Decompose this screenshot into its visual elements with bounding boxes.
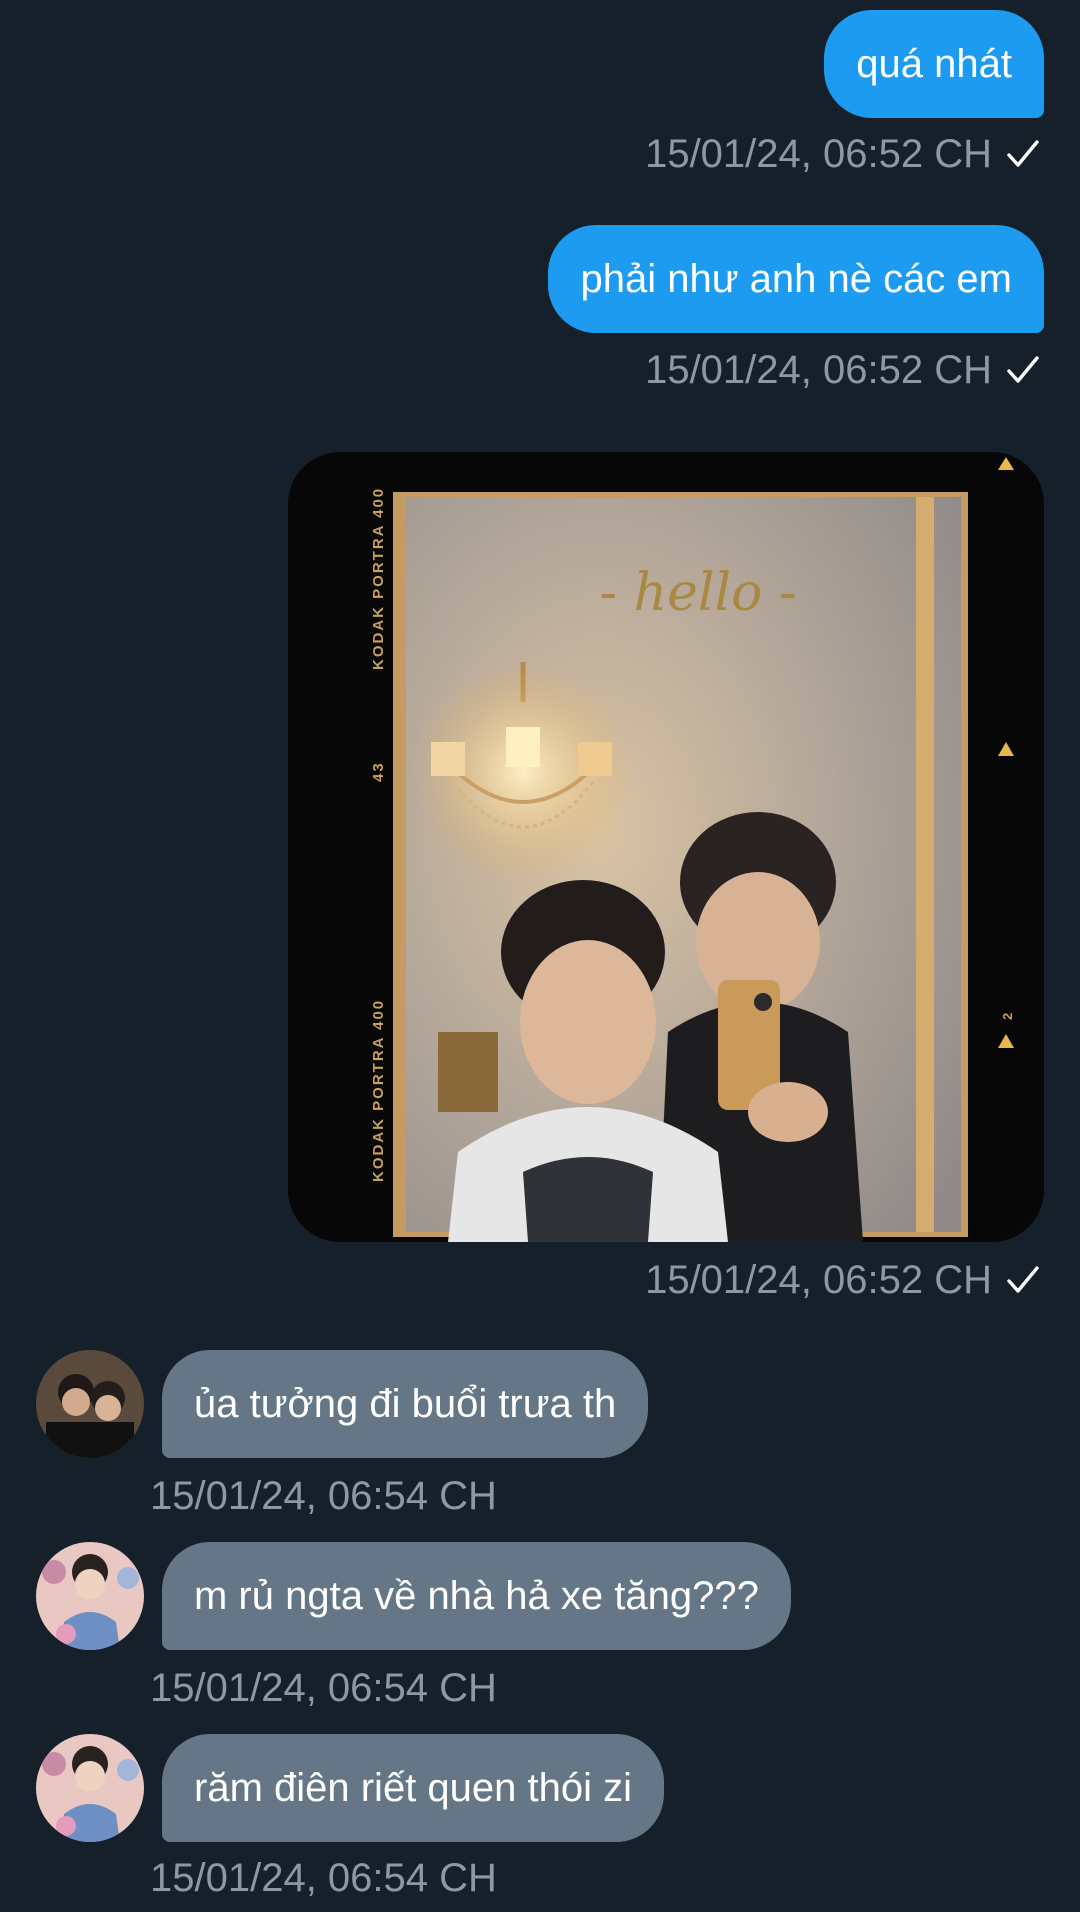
film-edge-text: KODAK PORTRA 400 [370,486,387,670]
check-icon [1007,356,1039,383]
incoming-message-bubble[interactable]: m rủ ngta về nhà hả xe tăng??? [162,1542,791,1650]
check-icon [1007,1266,1039,1293]
avatar-icon[interactable] [36,1542,144,1650]
incoming-message-bubble[interactable]: ủa tưởng đi buổi trưa th [162,1350,649,1458]
film-edge-text: KODAK PORTRA 400 [370,998,387,1182]
message-meta: 15/01/24, 06:54 CH [150,1850,497,1906]
photo-illustration: - hello - [393,457,1014,1242]
message-text: ủa tưởng đi buổi trưa th [194,1382,617,1426]
message-text: phải như anh nè các em [580,257,1012,301]
outgoing-message-bubble[interactable]: quá nhát [824,10,1044,118]
film-edge-number: 43 [370,761,387,782]
outgoing-message-bubble[interactable]: phải như anh nè các em [548,225,1044,333]
message-meta: 15/01/24, 06:52 CH [645,1252,1040,1308]
incoming-message-bubble[interactable]: răm điên riết quen thói zi [162,1734,665,1842]
message-meta: 15/01/24, 06:52 CH [645,342,1040,398]
message-timestamp: 15/01/24, 06:54 CH [150,1855,497,1900]
message-text: m rủ ngta về nhà hả xe tăng??? [194,1574,759,1618]
conversation-thread: quá nhát 15/01/24, 06:52 CH phải như anh… [0,0,1080,1912]
message-timestamp: 15/01/24, 06:54 CH [150,1473,497,1518]
message-timestamp: 15/01/24, 06:52 CH [645,347,992,392]
message-text: quá nhát [856,42,1012,86]
message-timestamp: 15/01/24, 06:52 CH [645,1257,992,1302]
check-icon [1007,140,1039,167]
message-text: răm điên riết quen thói zi [194,1766,633,1810]
message-timestamp: 15/01/24, 06:54 CH [150,1665,497,1710]
avatar-icon[interactable] [36,1734,144,1842]
film-edge-number: 2 [1000,1010,1015,1020]
message-timestamp: 15/01/24, 06:52 CH [645,131,992,176]
photo-caption: - hello - [599,563,796,623]
image-attachment[interactable]: - hello - KODAK PORTRA 400 43 KODAK PORT… [288,452,1044,1242]
message-meta: 15/01/24, 06:54 CH [150,1660,497,1716]
message-meta: 15/01/24, 06:52 CH [645,126,1040,182]
avatar-icon[interactable] [36,1350,144,1458]
message-meta: 15/01/24, 06:54 CH [150,1468,497,1524]
